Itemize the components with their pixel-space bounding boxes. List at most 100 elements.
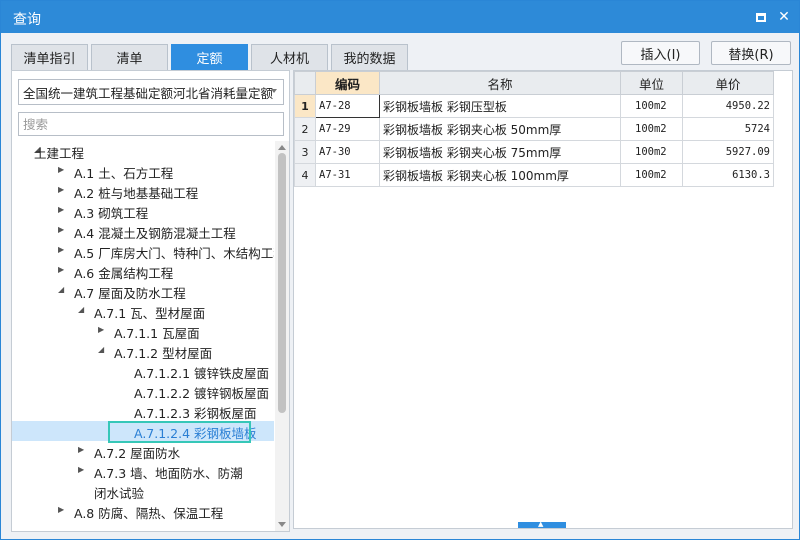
row-number: 1: [294, 94, 316, 118]
query-dialog: 查询 ✕ 清单指引 清单 定额 人材机 我的数据 插入(I) 替换(R) 全国统…: [0, 0, 800, 540]
tree-node[interactable]: ▶ A.7.2 屋面防水: [12, 441, 274, 461]
column-header-code[interactable]: 编码: [315, 71, 380, 95]
tree-node[interactable]: ▶ A.6 金属结构工程: [12, 261, 274, 281]
cell-code[interactable]: A7-28: [315, 94, 380, 118]
left-panel: 全国统一建筑工程基础定额河北省消耗量定额 ◢土建工程▶A.1 土、石方工程▶A.…: [11, 70, 290, 532]
replace-button[interactable]: 替换(R): [711, 41, 791, 65]
row-number: 4: [294, 163, 316, 187]
close-icon: ✕: [778, 9, 790, 25]
tree-node-label: A.5 厂库房大门、特种门、木结构工程: [74, 246, 274, 261]
quota-tree: ◢ 土建工程 ▶ A.1 土、石方工程 ▶ A.2 桩与地基基础工程 ▶ A.3 砌筑工程 ▶ A…: [12, 141, 274, 531]
cell-price[interactable]: 4950.22: [682, 94, 774, 118]
quota-library-select[interactable]: 全国统一建筑工程基础定额河北省消耗量定额: [18, 79, 284, 105]
tree-node[interactable]: ▶ A.4 混凝土及钢筋混凝土工程: [12, 221, 274, 241]
tree-node[interactable]: ◢ A.7.1.2 型材屋面: [12, 341, 274, 361]
expanded-arrow-icon[interactable]: ◢: [58, 285, 68, 295]
tree-node-label: A.7.1.1 瓦屋面: [114, 326, 200, 341]
cell-unit[interactable]: 100m2: [620, 94, 683, 118]
search-input[interactable]: [18, 112, 284, 136]
expanded-arrow-icon[interactable]: ◢: [98, 345, 108, 355]
cell-price[interactable]: 5927.09: [682, 140, 774, 164]
table-row[interactable]: 4 A7-31 彩钢板墙板 彩钢夹心板 100mm厚 100m2 6130.3: [294, 163, 774, 187]
tree-node[interactable]: ◢ 土建工程: [12, 141, 274, 161]
collapsed-arrow-icon[interactable]: ▶: [58, 245, 68, 255]
tab-bill[interactable]: 清单: [91, 44, 168, 70]
cell-code[interactable]: A7-31: [315, 163, 380, 187]
cell-name[interactable]: 彩钢板墙板 彩钢夹心板 100mm厚: [379, 163, 621, 187]
quota-grid-panel: 编码 名称 单位 单价 1 A7-28 彩钢板墙板 彩钢压型板 100m2 49…: [293, 70, 793, 529]
chevron-up-icon: ▲: [538, 520, 544, 528]
tree-node-label: 土建工程: [34, 146, 85, 161]
tree-node[interactable]: ▶ A.5 厂库房大门、特种门、木结构工程: [12, 241, 274, 261]
cell-unit[interactable]: 100m2: [620, 117, 683, 141]
table-header-row: 编码 名称 单位 单价: [294, 71, 774, 95]
cell-unit[interactable]: 100m2: [620, 163, 683, 187]
table-row[interactable]: 3 A7-30 彩钢板墙板 彩钢夹心板 75mm厚 100m2 5927.09: [294, 140, 774, 164]
collapsed-arrow-icon[interactable]: ▶: [78, 465, 88, 475]
maximize-button[interactable]: [753, 9, 769, 25]
insert-button[interactable]: 插入(I): [621, 41, 700, 65]
scroll-down-icon[interactable]: [278, 522, 286, 527]
collapsed-arrow-icon[interactable]: ▶: [58, 225, 68, 235]
title-bar[interactable]: 查询 ✕: [1, 1, 799, 33]
tree-node[interactable]: ▶ A.3 砌筑工程: [12, 201, 274, 221]
table-row[interactable]: 2 A7-29 彩钢板墙板 彩钢夹心板 50mm厚 100m2 5724: [294, 117, 774, 141]
tree-node[interactable]: ▶ A.1 土、石方工程: [12, 161, 274, 181]
window-title: 查询: [13, 12, 41, 28]
expanded-arrow-icon[interactable]: ◢: [78, 305, 88, 315]
tab-labor-material-machine[interactable]: 人材机: [251, 44, 328, 70]
tree-node[interactable]: ◢ A.7 屋面及防水工程: [12, 281, 274, 301]
tree-scrollbar[interactable]: [275, 141, 289, 531]
tree-node-label: A.7.1.2.1 镀锌铁皮屋面: [134, 366, 270, 381]
column-header-price[interactable]: 单价: [682, 71, 774, 95]
panel-expand-handle[interactable]: ▲: [518, 520, 566, 528]
scroll-thumb[interactable]: [278, 153, 286, 413]
quota-library-value: 全国统一建筑工程基础定额河北省消耗量定额: [23, 85, 274, 101]
collapsed-arrow-icon[interactable]: ▶: [58, 165, 68, 175]
tree-node[interactable]: A.7.1.2.4 彩钢板墙板: [12, 421, 274, 443]
cell-price[interactable]: 5724: [682, 117, 774, 141]
tree-node[interactable]: ◢ A.7.1 瓦、型材屋面: [12, 301, 274, 321]
tree-node[interactable]: A.7.1.2.3 彩钢板屋面: [12, 401, 274, 421]
collapsed-arrow-icon[interactable]: ▶: [58, 205, 68, 215]
tree-node-label: A.7.1.2 型材屋面: [114, 346, 213, 361]
row-number: 3: [294, 140, 316, 164]
tree-node-label: A.2 桩与地基基础工程: [74, 186, 199, 201]
tab-my-data[interactable]: 我的数据: [331, 44, 408, 70]
collapsed-arrow-icon[interactable]: ▶: [58, 265, 68, 275]
tab-bill-guide[interactable]: 清单指引: [11, 44, 88, 70]
tree-node-label: A.7.2 屋面防水: [94, 446, 181, 461]
collapsed-arrow-icon[interactable]: ▶: [78, 445, 88, 455]
cell-code[interactable]: A7-30: [315, 140, 380, 164]
tree-node[interactable]: A.7.1.2.2 镀锌钢板屋面: [12, 381, 274, 401]
close-button[interactable]: ✕: [776, 9, 792, 25]
collapsed-arrow-icon[interactable]: ▶: [58, 185, 68, 195]
column-header-name[interactable]: 名称: [379, 71, 621, 95]
cell-name[interactable]: 彩钢板墙板 彩钢夹心板 75mm厚: [379, 140, 621, 164]
tree-node-label: A.8 防腐、隔热、保温工程: [74, 506, 224, 521]
tree-node[interactable]: ▶ A.7.3 墙、地面防水、防潮: [12, 461, 274, 481]
tree-node[interactable]: 闭水试验: [12, 481, 274, 501]
tree-node[interactable]: ▶ A.7.1.1 瓦屋面: [12, 321, 274, 341]
cell-name[interactable]: 彩钢板墙板 彩钢夹心板 50mm厚: [379, 117, 621, 141]
tree-node[interactable]: ▶ A.8 防腐、隔热、保温工程: [12, 501, 274, 521]
tree-node[interactable]: A.7.1.2.1 镀锌铁皮屋面: [12, 361, 274, 381]
collapsed-arrow-icon[interactable]: ▶: [58, 505, 68, 515]
tab-quota[interactable]: 定额: [171, 44, 248, 70]
table-row[interactable]: 1 A7-28 彩钢板墙板 彩钢压型板 100m2 4950.22: [294, 94, 774, 118]
scroll-up-icon[interactable]: [278, 145, 286, 150]
chevron-down-icon: [271, 89, 277, 93]
tree-node-label: A.7.3 墙、地面防水、防潮: [94, 466, 243, 481]
cell-code[interactable]: A7-29: [315, 117, 380, 141]
tree-node-label: A.7.1.2.3 彩钢板屋面: [134, 406, 257, 421]
tree-node-label: A.3 砌筑工程: [74, 206, 149, 221]
tree-node-label: 闭水试验: [94, 486, 145, 501]
cell-price[interactable]: 6130.3: [682, 163, 774, 187]
tree-node[interactable]: ▶ A.2 桩与地基基础工程: [12, 181, 274, 201]
cell-unit[interactable]: 100m2: [620, 140, 683, 164]
column-header-unit[interactable]: 单位: [620, 71, 683, 95]
row-number: 2: [294, 117, 316, 141]
tree-node-label: A.7.1.2.2 镀锌钢板屋面: [134, 386, 270, 401]
cell-name[interactable]: 彩钢板墙板 彩钢压型板: [379, 94, 621, 118]
collapsed-arrow-icon[interactable]: ▶: [98, 325, 108, 335]
